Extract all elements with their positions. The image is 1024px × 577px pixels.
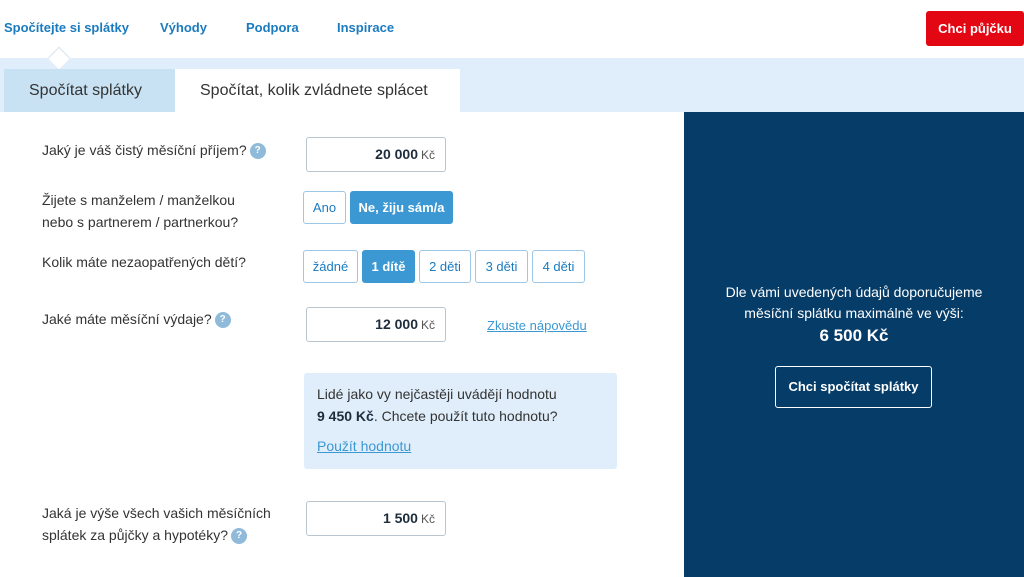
loans-label-line1: Jaká je výše všech vašich měsíčních — [42, 505, 271, 521]
loans-currency: Kč — [420, 512, 435, 526]
income-value: 20 000 — [375, 146, 418, 162]
income-field[interactable]: 20 000 Kč — [306, 137, 446, 172]
result-text: Dle vámi uvedených údajů doporučujeme mě… — [684, 282, 1024, 324]
partner-label-line2: nebo s partnerem / partnerkou? — [42, 214, 239, 230]
recommended-installment: 6 500 Kč — [819, 326, 889, 345]
children-option-none[interactable]: žádné — [303, 250, 358, 283]
income-currency: Kč — [420, 148, 435, 162]
children-question: Kolik máte nezaopatřených dětí? — [42, 254, 246, 270]
children-option-4[interactable]: 4 děti — [532, 250, 585, 283]
children-option-3[interactable]: 3 děti — [475, 250, 528, 283]
want-loan-button[interactable]: Chci půjčku — [926, 11, 1024, 46]
children-option-1[interactable]: 1 dítě — [362, 250, 415, 283]
suggestion-question: . Chcete použít tuto hodnotu? — [373, 408, 558, 424]
loans-question: Jaká je výše všech vašich měsíčních splá… — [42, 502, 292, 546]
income-label: Jaký je váš čistý měsíční příjem? — [42, 142, 247, 158]
partner-option-no[interactable]: Ne, žiju sám/a — [350, 191, 453, 224]
expenses-label: Jaké máte měsíční výdaje? — [42, 311, 212, 327]
calculate-installments-button[interactable]: Chci spočítat splátky — [775, 366, 932, 408]
suggestion-text-line1: Lidé jako vy nejčastěji uvádějí hodnotu — [317, 386, 557, 402]
nav-link-support[interactable]: Podpora — [246, 20, 299, 35]
result-panel: Dle vámi uvedených údajů doporučujeme mě… — [684, 112, 1024, 577]
expenses-currency: Kč — [420, 318, 435, 332]
result-line2: měsíční splátku maximálně ve výši: — [744, 305, 964, 321]
nav-link-inspiration[interactable]: Inspirace — [337, 20, 394, 35]
top-navigation: Spočítejte si splátky Výhody Podpora Ins… — [0, 0, 1024, 58]
expenses-value: 12 000 — [375, 316, 418, 332]
result-line1: Dle vámi uvedených údajů doporučujeme — [725, 284, 983, 300]
nav-link-calculate[interactable]: Spočítejte si splátky — [4, 20, 129, 35]
expenses-question: Jaké máte měsíční výdaje?? — [42, 308, 292, 330]
try-help-link[interactable]: Zkuste nápovědu — [487, 318, 587, 333]
loans-field[interactable]: 1 500 Kč — [306, 501, 446, 536]
children-option-2[interactable]: 2 děti — [419, 250, 471, 283]
partner-label-line1: Žijete s manželem / manželkou — [42, 192, 235, 208]
partner-option-yes[interactable]: Ano — [303, 191, 346, 224]
tab-affordability[interactable]: Spočítat, kolik zvládnete splácet — [175, 69, 460, 112]
suggestion-box: Lidé jako vy nejčastěji uvádějí hodnotu … — [304, 373, 617, 469]
loans-label-line2-wrap: splátek za půjčky a hypotéky?? — [42, 524, 292, 546]
help-icon[interactable]: ? — [231, 528, 247, 545]
suggestion-text-line2: 9 450 Kč. Chcete použít tuto hodnotu? — [317, 405, 604, 427]
loans-value: 1 500 — [382, 510, 418, 526]
tab-calculate-installments[interactable]: Spočítat splátky — [4, 69, 175, 112]
suggested-amount: 9 450 Kč — [317, 408, 374, 424]
help-icon[interactable]: ? — [249, 143, 266, 160]
loans-label-line2: splátek za půjčky a hypotéky? — [42, 527, 228, 543]
expenses-field[interactable]: 12 000 Kč — [306, 307, 446, 342]
income-question: Jaký je váš čistý měsíční příjem?? — [42, 139, 292, 161]
help-icon[interactable]: ? — [214, 312, 231, 329]
nav-link-benefits[interactable]: Výhody — [160, 20, 207, 35]
use-value-link[interactable]: Použít hodnotu — [317, 435, 411, 457]
partner-question: Žijete s manželem / manželkou nebo s par… — [42, 189, 292, 233]
